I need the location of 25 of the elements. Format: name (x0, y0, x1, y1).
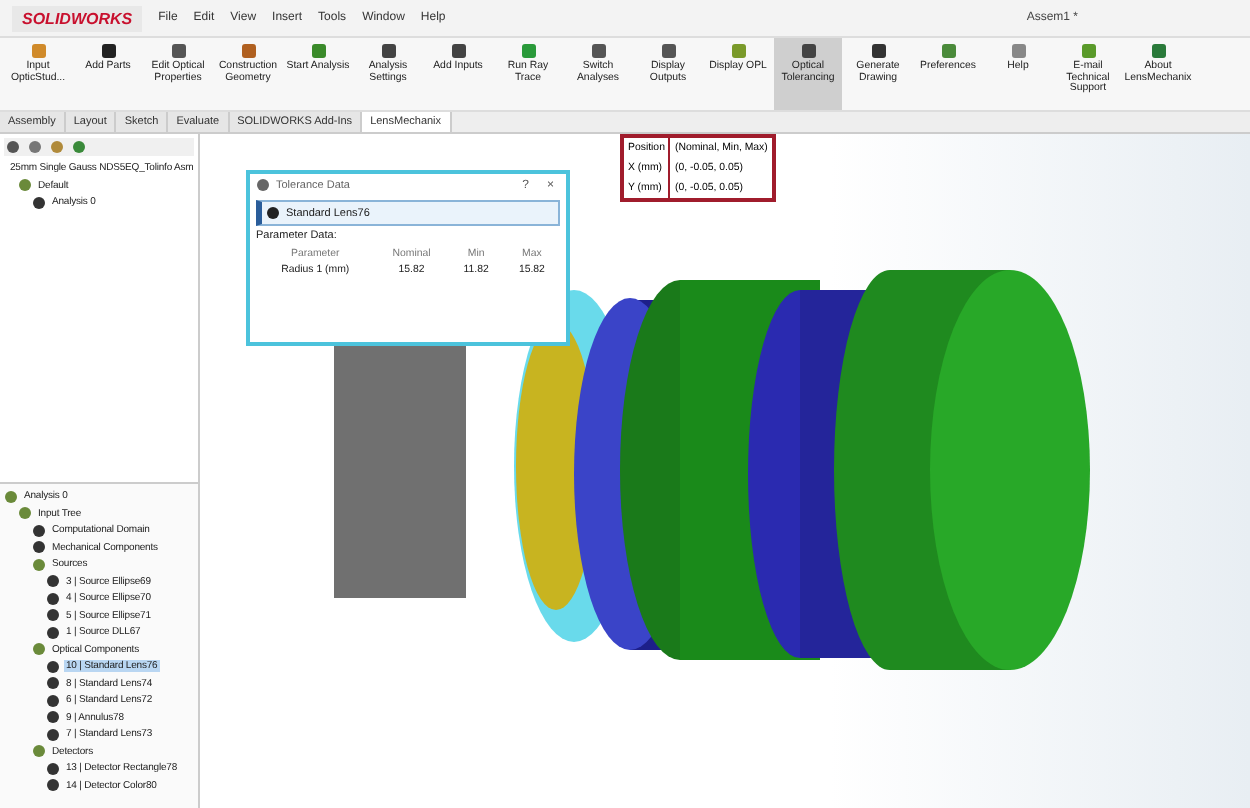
lens-icon (266, 206, 280, 220)
node-icon (32, 195, 46, 210)
toolbar-tool-icon (1079, 42, 1097, 60)
folder-icon (18, 178, 32, 193)
folder-icon (32, 744, 46, 759)
toolbar-tool-icon (939, 42, 957, 60)
toolbar-tool-icon (1009, 42, 1027, 60)
toolbar-tool-icon (1149, 42, 1167, 60)
toolbar-tool-icon (29, 42, 47, 60)
app-logo: SOLIDWORKS (12, 5, 143, 31)
toolbar-tool-icon (99, 42, 117, 60)
toolbar-tool-icon (589, 42, 607, 60)
toolbar-tool-icon (729, 42, 747, 60)
toolbar-tool-icon (309, 42, 327, 60)
toolbar-tool-icon (869, 42, 887, 60)
dialog-icon (256, 178, 270, 192)
toolbar-tool-icon (379, 42, 397, 60)
toolbar-tool-icon (449, 42, 467, 60)
toolbar-tool-icon (169, 42, 187, 60)
toolbar-tool-icon (659, 42, 677, 60)
toolbar-tool-icon (239, 42, 257, 60)
toolbar-tool-icon (519, 42, 537, 60)
folder-icon (32, 557, 46, 572)
toolbar-tool-icon (799, 42, 817, 60)
folder-icon (32, 642, 46, 657)
